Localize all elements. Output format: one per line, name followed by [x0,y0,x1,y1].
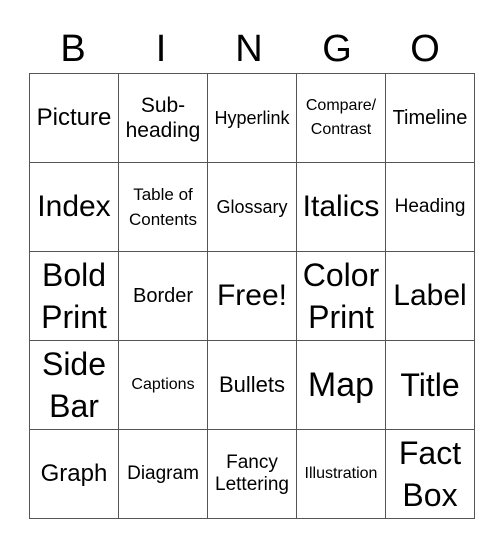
bingo-cell-label: Glossary [216,197,288,217]
bingo-cell-label: Heading [394,196,466,217]
bingo-cell[interactable]: Graph [29,429,119,519]
bingo-cell[interactable]: Diagram [118,429,208,519]
header-letter-g: G [322,28,352,70]
bingo-cell-label: Sub- heading [125,94,201,142]
bingo-row: Bold Print Border Free! Color Print Label [29,251,475,341]
bingo-cell-label: Picture [36,104,112,131]
bingo-cell[interactable]: Fancy Lettering [207,429,297,519]
bingo-header: B I N G O [29,24,469,74]
bingo-cell-label: Bold Print [41,257,107,335]
bingo-cell[interactable]: Compare/ Contrast [296,73,386,163]
bingo-cell-label: Hyperlink [214,108,290,128]
bingo-row: Picture Sub- heading Hyperlink Compare/ Con… [29,73,475,163]
bingo-cell[interactable]: Title [385,340,475,430]
bingo-cell[interactable]: Bold Print [29,251,119,341]
bingo-cell-label: Title [400,367,460,403]
bingo-cell[interactable]: Timeline [385,73,475,163]
bingo-cell[interactable]: Hyperlink [207,73,297,163]
header-letter-n: N [235,28,263,70]
bingo-cell[interactable]: Table of Contents [118,162,208,252]
bingo-cell[interactable]: Map [296,340,386,430]
bingo-row: Index Table of Contents Glossary Italics Hea… [29,162,475,252]
bingo-cell[interactable]: Sub- heading [118,73,208,163]
bingo-cell-label: Table of Contents [128,185,198,229]
bingo-cell[interactable]: Index [29,162,119,252]
bingo-cell[interactable]: Italics [296,162,386,252]
bingo-cell-label: Index [37,190,111,223]
bingo-cell[interactable]: Fact Box [385,429,475,519]
bingo-cell-label: Label [393,279,467,312]
bingo-cell[interactable]: Bullets [207,340,297,430]
bingo-cell[interactable]: Border [118,251,208,341]
bingo-cell[interactable]: Heading [385,162,475,252]
header-letter-i: I [155,28,167,70]
bingo-cell-label: Side Bar [41,346,107,424]
bingo-cell-label: Diagram [127,463,199,484]
bingo-cell[interactable]: Side Bar [29,340,119,430]
bingo-row: Side Bar Captions Bullets Map Title [29,340,475,430]
bingo-cell-label: Captions [131,376,195,393]
bingo-cell-label: Bullets [218,372,286,397]
bingo-cell[interactable]: Free! [207,251,297,341]
bingo-cell-label: Free! [216,279,288,312]
bingo-cell[interactable]: Glossary [207,162,297,252]
bingo-cell-label: Compare/ Contrast [305,97,377,138]
bingo-cell-label: Map [307,366,375,404]
bingo-cell-label: Border [132,285,194,307]
bingo-cell-label: Fact Box [398,435,462,513]
bingo-grid: Picture Sub- heading Hyperlink Compare/ Con… [29,73,475,519]
bingo-cell[interactable]: Label [385,251,475,341]
bingo-cell-label: Fancy Lettering [215,452,289,495]
bingo-cell-label: Timeline [392,107,468,129]
bingo-cell[interactable]: Picture [29,73,119,163]
bingo-cell[interactable]: Captions [118,340,208,430]
bingo-cell-label: Color Print [302,257,380,335]
bingo-cell-label: Italics [302,190,380,223]
header-letter-o: O [410,28,440,70]
bingo-row: Graph Diagram Fancy Lettering Illustration F… [29,429,475,519]
bingo-cell[interactable]: Illustration [296,429,386,519]
header-letter-b: B [60,28,86,70]
bingo-cell[interactable]: Color Print [296,251,386,341]
bingo-cell-label: Graph [40,460,108,487]
bingo-cell-label: Illustration [304,465,378,482]
